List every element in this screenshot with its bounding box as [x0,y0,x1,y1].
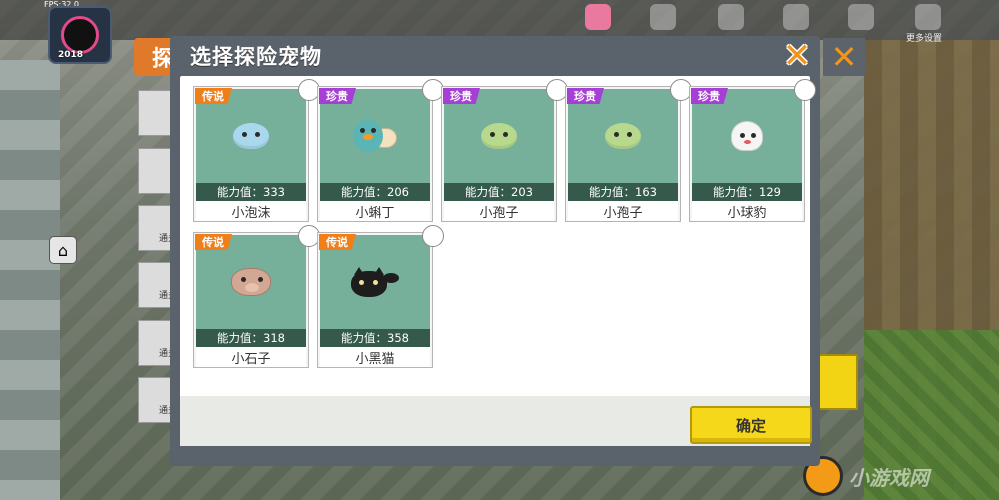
home-icon[interactable]: ⌂ [49,236,77,264]
x-icon: ✕ [830,38,858,76]
task-icon[interactable] [783,4,809,30]
pet-eye [751,133,756,138]
pet-eye [740,133,745,138]
watermark: 小游戏网 [803,456,993,496]
confirm-button[interactable]: 确定 [690,406,812,444]
rarity-badge: 传说 [195,234,232,250]
pet-card[interactable]: 珍贵能力值：129 小球豹 [689,79,816,222]
pet-name: 小泡沫 [196,201,306,221]
rarity-badge: 传说 [319,234,356,250]
pet-power-value: 能力值：203 [444,183,554,201]
dialog-footer: 确定 [180,396,812,446]
watermark-text: 小游戏网 [849,465,929,490]
pig-pet-icon [231,268,271,296]
settings-gear-icon[interactable] [915,4,941,30]
dialog-body: 传说 能力值：333 小泡沫 珍贵 能力值：206 小蝌丁 珍贵 能力值：203 小孢子 珍贵 能力… [180,76,816,446]
pet-eye [242,132,247,137]
pet-power-value: 能力值：163 [568,183,678,201]
pet-eye [258,277,263,282]
pet-name: 小黑猫 [320,347,430,367]
pet-card[interactable]: 传说能力值：358 小黑猫 [317,225,444,368]
pet-eye [371,128,376,133]
pet-card[interactable]: 珍贵能力值：203 小孢子 [441,79,568,222]
mail-icon[interactable] [848,4,874,30]
blob-pet-icon [605,123,641,149]
avatar-face-icon [61,16,99,54]
gift-icon[interactable] [585,4,611,30]
select-pet-dialog: 选择探险宠物 ✕ 传说 能力值：333 小泡沫 珍贵 能力值：206 小蝌丁 珍贵 能力值：2… [170,36,820,466]
dialog-title: 选择探险宠物 [190,45,322,69]
tadpole-pet-icon [353,118,397,154]
background-yellow-button [818,354,858,410]
pet-eye [359,280,364,285]
cat-ear [374,267,384,275]
pet-eye [627,132,632,137]
rarity-badge: 珍贵 [567,88,604,104]
pet-name: 小石子 [196,347,306,367]
player-avatar[interactable]: 2018 [48,6,112,64]
background-close-icon[interactable]: ✕ [823,38,865,76]
blob-pet-icon [233,123,269,149]
pet-power-value: 能力值：333 [196,183,306,201]
pet-eye [373,280,378,285]
pet-power-value: 能力值：318 [196,329,306,347]
close-x-icon[interactable]: ✕ [778,38,816,74]
pet-name: 小蝌丁 [320,201,430,221]
select-radio-circle[interactable] [794,79,816,101]
rarity-badge: 珍贵 [443,88,480,104]
top-hud-bar: FPS:32.0 更多设置 [0,0,999,44]
pet-name: 小孢子 [444,201,554,221]
cat-ear [354,267,364,275]
select-radio-circle[interactable] [422,225,444,247]
rarity-badge: 传说 [195,88,232,104]
pet-eye [490,132,495,137]
tadpole-beak [363,134,373,140]
pet-eye [503,132,508,137]
cat-pet-icon [351,267,399,297]
pet-blush [744,140,751,144]
seal-pet-icon [731,121,763,151]
pet-card[interactable]: 传说能力值：318 小石子 [193,225,320,368]
pet-eye [255,132,260,137]
pet-snout [245,283,259,292]
pet-card[interactable]: 传说能力值：333 小泡沫 [193,79,320,222]
more-settings-label: 更多设置 [906,34,943,44]
pet-power-value: 能力值：358 [320,329,430,347]
pet-name: 小球豹 [692,201,802,221]
shop-icon[interactable] [650,4,676,30]
dialog-header: 选择探险宠物 ✕ [170,36,820,76]
pet-card[interactable]: 珍贵能力值：163 小孢子 [565,79,692,222]
pet-power-value: 能力值：206 [320,183,430,201]
blob-pet-icon [481,123,517,149]
pet-grid: 传说 能力值：333 小泡沫 珍贵 能力值：206 小蝌丁 珍贵 能力值：203 小孢子 珍贵 能力… [193,79,816,376]
pet-eye [241,277,246,282]
rarity-badge: 珍贵 [319,88,356,104]
pet-eye [614,132,619,137]
rarity-badge: 珍贵 [691,88,728,104]
pet-eye [360,128,365,133]
pet-name: 小孢子 [568,201,678,221]
friends-icon[interactable] [718,4,744,30]
avatar-level: 2018 [58,50,84,60]
pet-card[interactable]: 珍贵能力值：206 小蝌丁 [317,79,444,222]
scene-left-decor [0,60,60,500]
pet-power-value: 能力值：129 [692,183,802,201]
